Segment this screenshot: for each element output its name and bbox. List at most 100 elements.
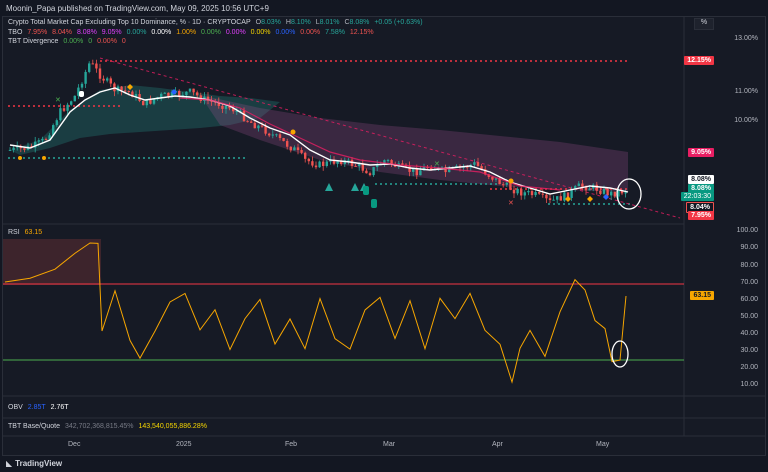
candle-body xyxy=(253,122,256,129)
candle-body xyxy=(325,161,328,166)
rsi-legend[interactable]: RSI 63.15 xyxy=(8,229,45,236)
rsi-axis-label: 60.00 xyxy=(740,296,758,303)
candle-body xyxy=(91,63,94,65)
rsi-axis-label: 70.00 xyxy=(740,279,758,286)
candle-body xyxy=(142,100,145,106)
chart-canvas[interactable]: ✕ ✕ ✕ xyxy=(0,0,768,472)
tradingview-logo[interactable]: ◣ TradingView xyxy=(6,459,62,468)
candle-body xyxy=(610,191,613,196)
candle-body xyxy=(372,167,375,176)
diamond-marker xyxy=(565,196,571,202)
candle-body xyxy=(502,184,505,186)
candle-body xyxy=(163,92,166,94)
indicator-name[interactable]: TBT Divergence xyxy=(8,38,58,45)
long-marker[interactable] xyxy=(371,199,377,208)
candle-body xyxy=(8,149,12,151)
candle-body xyxy=(563,192,566,201)
candle-body xyxy=(368,173,372,176)
symbol-title[interactable]: Crypto Total Market Cap Excluding Top 10… xyxy=(8,19,251,26)
open-value: 8.03% xyxy=(261,19,281,26)
candle-body xyxy=(552,199,555,201)
candle-body xyxy=(23,148,26,150)
candle-body xyxy=(415,168,418,176)
candle-body xyxy=(44,138,48,140)
candle-body xyxy=(120,86,123,91)
buy-triangle[interactable] xyxy=(325,183,333,191)
obv-legend[interactable]: OBV 2.85T 2.76T xyxy=(8,404,72,411)
tbt-div-value: 0 xyxy=(88,38,93,45)
candle-body xyxy=(419,170,422,176)
candle-body xyxy=(152,99,156,104)
candle-body xyxy=(354,165,357,167)
candle-body xyxy=(102,78,105,81)
tbo-value: 1.00% xyxy=(176,29,197,36)
candle-body xyxy=(570,189,573,198)
indicator-name[interactable]: RSI xyxy=(8,229,20,236)
trendline[interactable] xyxy=(99,57,681,219)
tbo-value: 8.08% xyxy=(76,29,97,36)
tbo-value: 12.15% xyxy=(349,29,374,36)
diamond-marker xyxy=(587,196,593,202)
time-axis-label: Feb xyxy=(285,441,298,448)
candle-body xyxy=(304,152,307,159)
candle-body xyxy=(282,138,285,142)
x-marker: ✕ xyxy=(508,199,514,207)
tbt-divergence-legend[interactable]: TBT Divergence 0.00% 0 0.00% 0 xyxy=(8,38,129,45)
low-value: 8.01% xyxy=(319,19,340,26)
candle-body xyxy=(361,164,364,171)
obv-value: 2.76T xyxy=(50,404,69,411)
candle-body xyxy=(95,63,98,69)
brand-name: TradingView xyxy=(15,459,63,468)
candle-body xyxy=(527,191,530,193)
candle-body xyxy=(178,90,181,97)
buy-triangle[interactable] xyxy=(351,183,359,191)
candle-body xyxy=(534,192,537,196)
candle-body xyxy=(581,183,584,187)
candle-body xyxy=(588,188,591,191)
candle-body xyxy=(66,104,69,111)
price-badge-support: 7.95% xyxy=(688,211,714,220)
indicator-name[interactable]: OBV xyxy=(8,404,23,411)
tbt-base-value: 342,702,368,815.45% xyxy=(64,423,134,430)
tbo-value: 0.00% xyxy=(250,29,271,36)
rsi-axis-label: 50.00 xyxy=(740,313,758,320)
candle-body xyxy=(62,108,66,111)
candle-body xyxy=(84,71,87,84)
candle-body xyxy=(538,192,541,194)
tbt-base-legend[interactable]: TBT Base/Quote 342,702,368,815.45% 143,5… xyxy=(8,423,210,430)
tbt-div-value: 0.00% xyxy=(97,38,117,45)
entry-marker[interactable] xyxy=(79,91,84,97)
price-axis-label: 10.00% xyxy=(734,117,758,124)
candle-body xyxy=(577,183,580,187)
indicator-name[interactable]: TBT Base/Quote xyxy=(8,423,60,430)
tbo-legend[interactable]: TBO 7.95% 8.04% 8.08% 9.05% 0.00% 0.00% … xyxy=(8,29,377,36)
candle-body xyxy=(196,92,199,96)
candle-body xyxy=(559,196,562,201)
candle-body xyxy=(509,182,512,190)
rsi-axis-label: 90.00 xyxy=(740,244,758,251)
rsi-axis-label: 100.00 xyxy=(736,227,758,234)
candle-body xyxy=(293,147,296,151)
signal-dot xyxy=(42,156,46,160)
candle-body xyxy=(289,146,292,151)
time-axis-label: 2025 xyxy=(176,441,192,448)
candle-body xyxy=(491,176,494,180)
percent-scale-button[interactable]: % xyxy=(694,18,714,30)
candle-body xyxy=(257,125,260,129)
candle-body xyxy=(541,193,544,195)
candle-body xyxy=(548,198,552,200)
tbo-value: 0.00% xyxy=(275,29,296,36)
rsi-value: 63.15 xyxy=(24,229,43,236)
candle-body xyxy=(599,190,602,194)
candle-body xyxy=(307,158,310,162)
annotation-circle-rsi[interactable] xyxy=(611,340,629,368)
long-marker[interactable] xyxy=(363,186,369,195)
candle-body xyxy=(412,168,415,172)
symbol-legend[interactable]: Crypto Total Market Cap Excluding Top 10… xyxy=(8,19,426,26)
tbo-value: 8.04% xyxy=(52,29,73,36)
tbo-value: 7.95% xyxy=(27,29,48,36)
rsi-axis-label: 10.00 xyxy=(740,381,758,388)
change-value: +0.05 (+0.63%) xyxy=(374,19,423,26)
candle-body xyxy=(512,189,516,194)
indicator-name[interactable]: TBO xyxy=(8,29,22,36)
